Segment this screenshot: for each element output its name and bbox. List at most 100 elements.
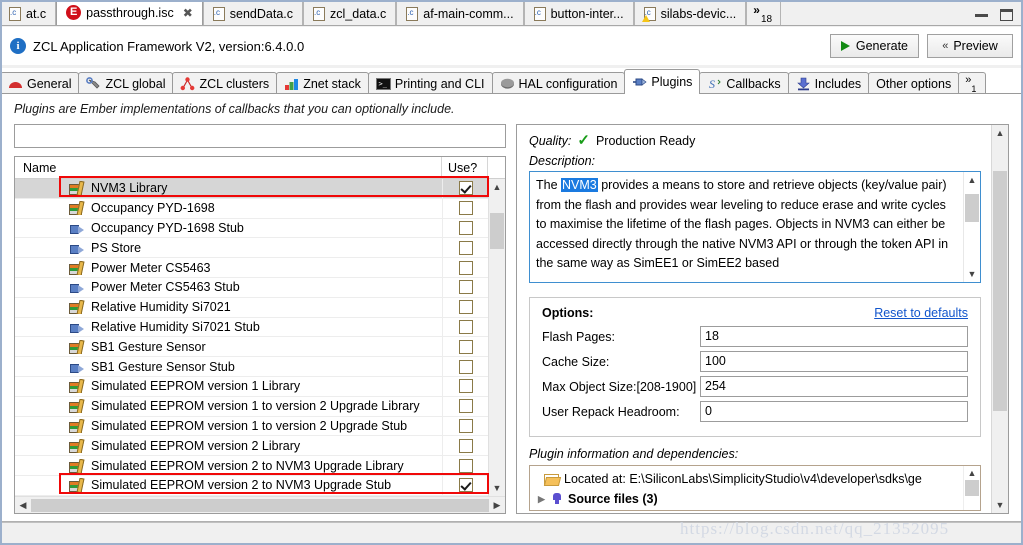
table-row[interactable]: Simulated EEPROM version 1 to version 2 … [15,396,488,417]
editor-tab-overflow-button[interactable]: » 18 [746,1,782,25]
use-checkbox[interactable] [458,399,473,414]
plugin-use-cell[interactable] [442,436,488,456]
scroll-down-icon[interactable]: ▼ [992,497,1008,513]
plugin-use-cell[interactable] [442,258,488,277]
scroll-track[interactable] [992,141,1008,497]
tab-zcl-clusters[interactable]: ZCL clusters [172,72,278,94]
plugin-use-cell[interactable] [442,396,488,416]
tab-plugins[interactable]: Plugins [624,69,701,94]
plugin-use-cell[interactable] [442,297,488,317]
table-row[interactable]: SB1 Gesture Sensor [15,337,488,358]
table-row[interactable]: Occupancy PYD-1698 [15,198,488,219]
tab-zcl-global[interactable]: ZCL global [78,72,174,94]
option-input[interactable]: 0 [700,401,968,422]
plugin-use-cell[interactable] [442,238,488,258]
plugin-use-cell[interactable] [442,357,488,376]
column-header-use[interactable]: Use? [441,157,487,178]
use-checkbox[interactable] [458,458,473,473]
tab-znet-stack[interactable]: Znet stack [276,72,369,94]
scroll-up-icon[interactable]: ▲ [992,125,1008,141]
use-checkbox[interactable] [458,280,473,295]
use-checkbox[interactable] [458,201,473,216]
plugin-info-scrollbar[interactable]: ▲ [963,466,980,510]
scroll-down-icon[interactable]: ▼ [489,480,505,496]
tab-other-options[interactable]: Other options [868,72,960,94]
option-input[interactable]: 18 [700,326,968,347]
hscroll-thumb[interactable] [31,498,489,512]
plugin-use-cell[interactable] [442,218,488,238]
table-row[interactable]: SB1 Gesture Sensor Stub [15,357,488,377]
tab-general[interactable]: General [0,72,80,94]
editor-tab-passthrough-isc[interactable]: E passthrough.isc ✖ [56,0,203,25]
use-checkbox[interactable] [458,181,473,196]
use-checkbox[interactable] [458,359,473,374]
table-row[interactable]: NVM3 Library [15,179,488,199]
description-box[interactable]: The NVM3 provides a means to store and r… [529,171,981,283]
table-row[interactable]: Simulated EEPROM version 1 Library [15,376,488,397]
use-checkbox[interactable] [458,478,473,493]
use-checkbox[interactable] [458,220,473,235]
scroll-thumb[interactable] [965,194,979,222]
use-checkbox[interactable] [458,300,473,315]
plugin-use-cell[interactable] [442,277,488,297]
plugins-horizontal-scrollbar[interactable]: ◀ ▶ [15,496,505,513]
scroll-up-icon[interactable]: ▲ [964,172,980,188]
editor-tab-zcl-data-c[interactable]: zcl_data.c [303,1,397,25]
use-checkbox[interactable] [458,260,473,275]
close-icon[interactable]: ✖ [183,6,193,20]
plugin-use-cell[interactable] [442,317,488,337]
use-checkbox[interactable] [458,240,473,255]
plugin-use-cell[interactable] [442,198,488,218]
tab-printing-and-cli[interactable]: >_ Printing and CLI [367,72,493,94]
plugin-use-cell[interactable] [442,416,488,436]
minimize-icon[interactable] [975,13,988,17]
scroll-right-icon[interactable]: ▶ [489,500,505,511]
scroll-thumb[interactable] [965,480,979,496]
scroll-up-icon[interactable]: ▲ [489,179,505,195]
use-checkbox[interactable] [458,319,473,334]
use-checkbox[interactable] [458,438,473,453]
column-header-name[interactable]: Name [15,157,441,178]
maximize-icon[interactable] [1000,9,1013,21]
editor-tab-button-inter[interactable]: button-inter... [523,1,634,25]
table-row[interactable]: Relative Humidity Si7021 [15,297,488,318]
option-input[interactable]: 254 [700,376,968,397]
table-row[interactable]: Simulated EEPROM version 2 to NVM3 Upgra… [15,456,488,476]
plugin-filter-input[interactable] [14,124,506,148]
editor-tab-silabs-devic[interactable]: silabs-devic... [633,1,747,25]
scroll-thumb[interactable] [993,171,1007,411]
editor-tab-at-c[interactable]: at.c [0,1,57,25]
scroll-left-icon[interactable]: ◀ [15,500,31,511]
plugin-use-cell[interactable] [442,337,488,357]
plugin-use-cell[interactable] [442,475,488,495]
use-checkbox[interactable] [458,339,473,354]
scroll-down-icon[interactable]: ▼ [964,266,980,282]
tab-hal-configuration[interactable]: HAL configuration [491,72,626,94]
scroll-up-icon[interactable]: ▲ [964,466,980,480]
preview-button[interactable]: « Preview [927,34,1013,58]
use-checkbox[interactable] [458,418,473,433]
plugin-info-row-located[interactable]: Located at: E:\SiliconLabs\SimplicityStu… [530,469,963,489]
plugins-vertical-scrollbar[interactable]: ▲ ▼ [488,179,505,496]
table-row[interactable]: Power Meter CS5463 Stub [15,277,488,298]
plugin-info-tree[interactable]: Located at: E:\SiliconLabs\SimplicityStu… [529,465,981,511]
use-checkbox[interactable] [458,379,473,394]
table-row[interactable]: Simulated EEPROM version 2 Library [15,436,488,457]
scroll-track[interactable] [964,188,980,266]
hscroll-track[interactable] [31,498,489,513]
table-row[interactable]: Simulated EEPROM version 1 to version 2 … [15,416,488,437]
plugin-info-row-source-files[interactable]: ▶ Source files (3) [530,489,963,509]
table-row[interactable]: Power Meter CS5463 [15,258,488,278]
plugin-use-cell[interactable] [442,179,488,198]
scroll-thumb[interactable] [490,213,504,249]
tab-includes[interactable]: Includes [787,72,870,94]
generate-button[interactable]: Generate [829,34,919,58]
description-scrollbar[interactable]: ▲ ▼ [963,172,980,282]
chevron-right-icon[interactable]: ▶ [538,494,546,505]
reset-to-defaults-link[interactable]: Reset to defaults [874,306,968,320]
scroll-track[interactable] [489,195,505,480]
plugin-use-cell[interactable] [442,376,488,396]
details-pane-scrollbar[interactable]: ▲ ▼ [991,125,1008,513]
table-row[interactable]: Simulated EEPROM version 2 to NVM3 Upgra… [15,475,488,496]
table-row[interactable]: Occupancy PYD-1698 Stub [15,218,488,239]
